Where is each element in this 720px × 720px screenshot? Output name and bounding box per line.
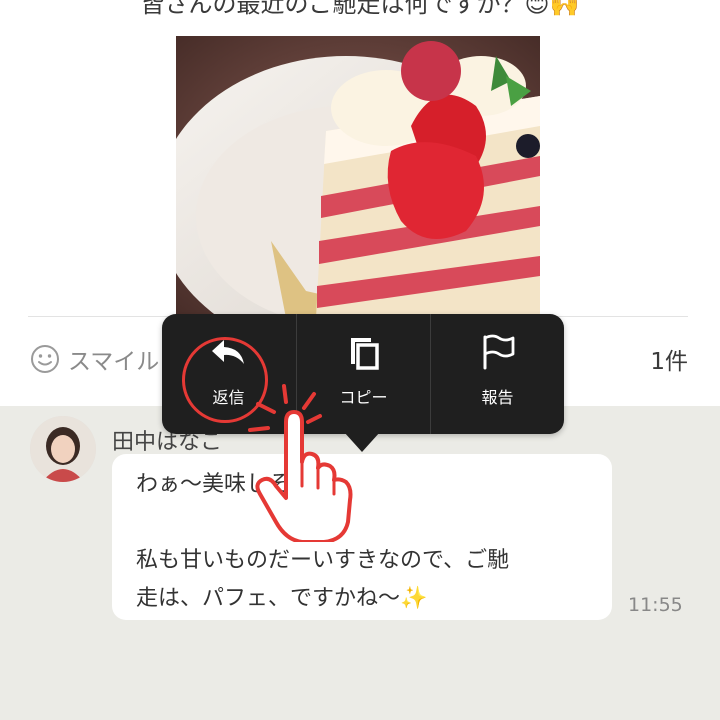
post-photo[interactable]: [176, 36, 540, 318]
smile-reaction-label[interactable]: スマイル: [68, 342, 159, 376]
post-caption: 皆さんの最近のご馳走は何ですか？😊🙌: [140, 0, 580, 18]
user-avatar-icon: [30, 416, 96, 482]
tap-hand-icon: [248, 384, 353, 542]
report-menu-item[interactable]: 報告: [430, 314, 564, 434]
comment-line: 走は、パフェ、ですかね〜✨: [136, 586, 428, 611]
comment-timestamp: 11:55: [628, 594, 683, 616]
copy-icon: [351, 338, 379, 370]
smile-icon[interactable]: [30, 344, 60, 374]
avatar[interactable]: [30, 416, 96, 482]
report-label: 報告: [481, 388, 514, 407]
flag-icon: [483, 334, 515, 370]
reaction-count[interactable]: 1件: [650, 342, 688, 376]
comment-line: 私も甘いものだーいすきなので、ご馳: [136, 548, 510, 573]
strawberry-shortcake-illustration: [176, 36, 540, 318]
